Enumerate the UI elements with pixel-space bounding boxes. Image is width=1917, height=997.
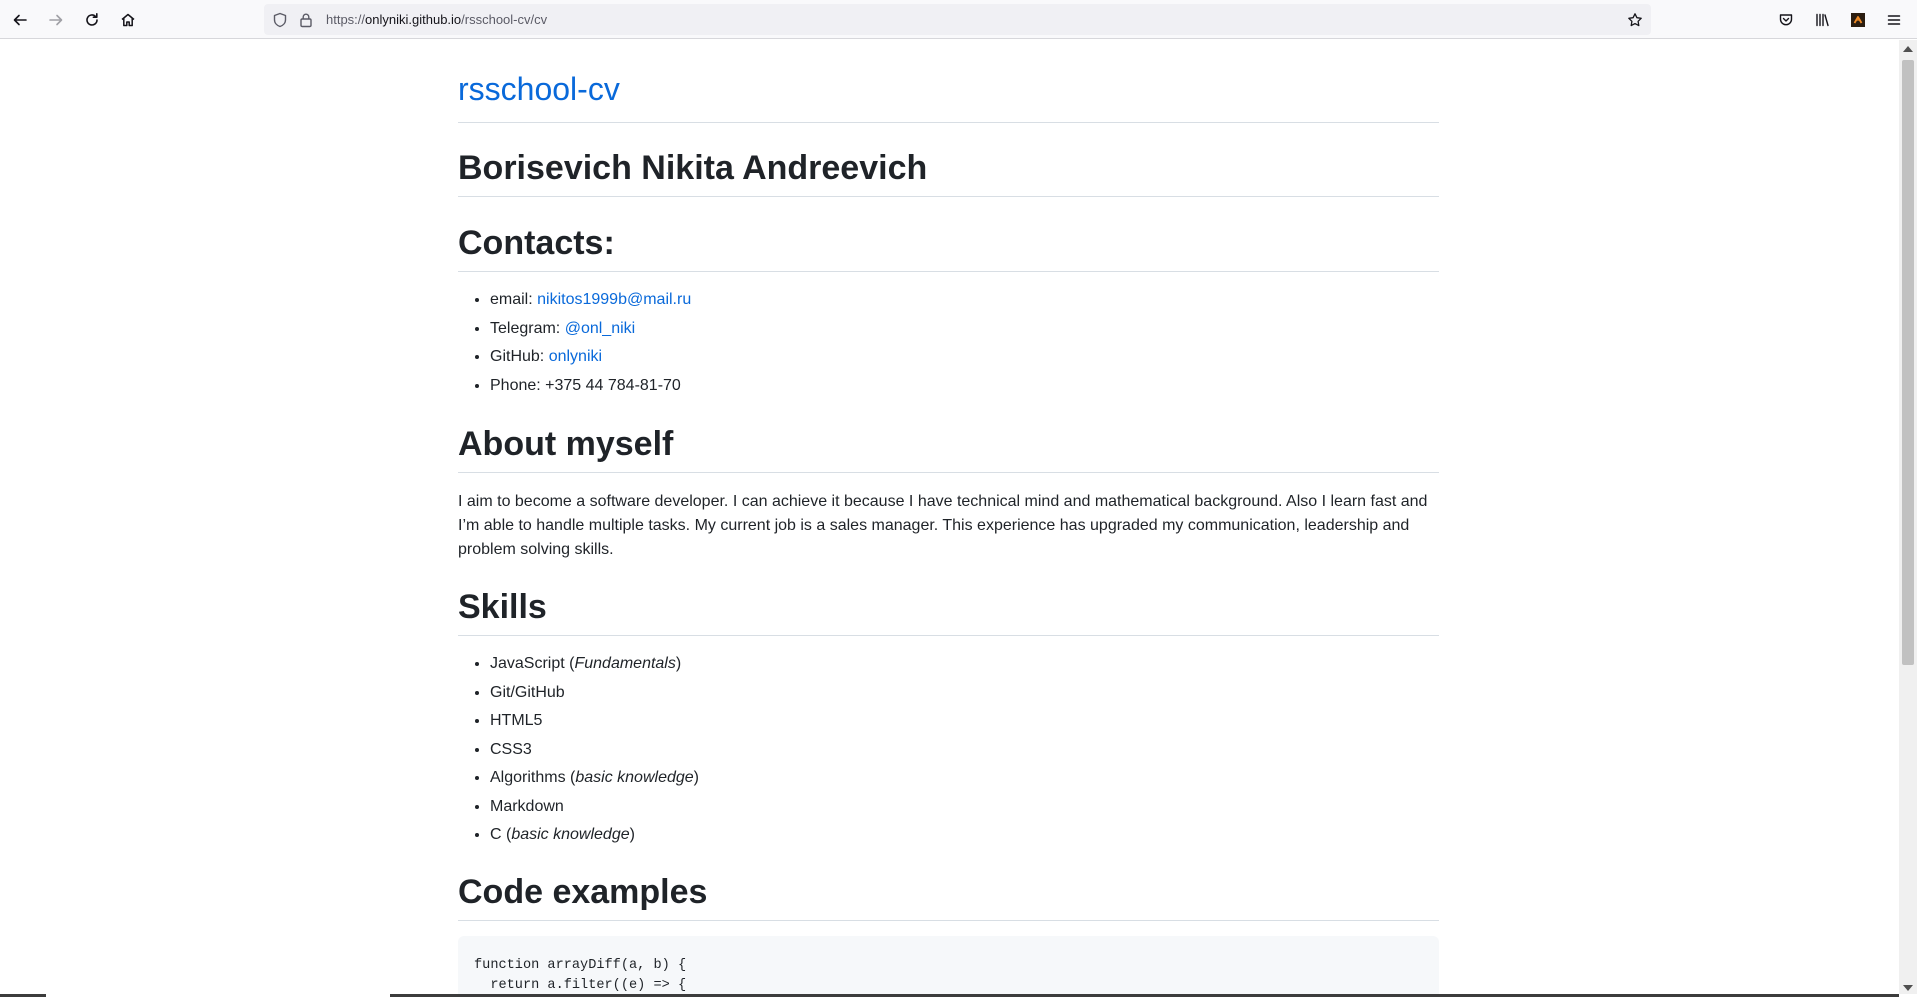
telegram-link[interactable]: @onl_niki (565, 320, 636, 337)
hamburger-menu-icon (1886, 12, 1902, 28)
code-section: Code examples (458, 872, 1439, 921)
skill-note: basic knowledge (575, 769, 694, 786)
contacts-section: Contacts: (458, 223, 1439, 272)
contact-phone: Phone: +375 44 784-81-70 (490, 372, 691, 401)
home-icon (120, 12, 136, 28)
lock-icon[interactable] (296, 10, 316, 30)
url-scheme: https:// (326, 12, 366, 27)
library-button[interactable] (1808, 6, 1836, 34)
skill-text: CSS3 (490, 740, 532, 758)
vertical-scrollbar[interactable] (1899, 40, 1917, 997)
github-link[interactable]: onlyniki (549, 348, 602, 365)
home-button[interactable] (114, 6, 142, 34)
site-title-link[interactable]: rsschool-cv (458, 71, 620, 107)
site-header: rsschool-cv (458, 73, 1439, 123)
contact-label: GitHub: (490, 348, 549, 365)
url-text[interactable]: https://onlyniki.github.io/rsschool-cv/c… (326, 12, 547, 27)
about-text: I aim to become a software developer. I … (458, 493, 1428, 558)
email-link[interactable]: nikitos1999b@mail.ru (537, 291, 691, 308)
reload-button[interactable] (78, 6, 106, 34)
skill-item: CSS3 (490, 736, 699, 765)
skill-text: C ( (490, 826, 512, 843)
contact-telegram: Telegram: @onl_niki (490, 315, 691, 344)
skills-list: JavaScript (Fundamentals) Git/GitHub HTM… (458, 650, 699, 850)
bookmark-star-icon[interactable] (1625, 10, 1645, 30)
url-bar[interactable]: https://onlyniki.github.io/rsschool-cv/c… (264, 4, 1651, 35)
contacts-heading: Contacts: (458, 224, 615, 262)
page-viewport: rsschool-cv Borisevich Nikita Andreevich… (0, 40, 1899, 997)
contact-github: GitHub: onlyniki (490, 343, 691, 372)
code-line: function arrayDiff(a, b) { (474, 958, 687, 973)
skill-note: basic knowledge (511, 826, 630, 843)
pocket-button[interactable] (1772, 6, 1800, 34)
back-button[interactable] (6, 6, 34, 34)
about-section: About myself (458, 424, 1439, 473)
extension-button[interactable] (1844, 6, 1872, 34)
skill-text: JavaScript ( (490, 655, 575, 672)
name-heading: Borisevich Nikita Andreevich (458, 149, 928, 187)
arrow-left-icon (12, 12, 28, 28)
code-block: function arrayDiff(a, b) { return a.filt… (458, 936, 1439, 997)
scrollbar-thumb[interactable] (1902, 60, 1914, 665)
scroll-down-arrow-icon[interactable] (1903, 985, 1913, 991)
contact-label: Telegram: (490, 319, 565, 337)
skill-text: HTML5 (490, 712, 543, 729)
reload-icon (84, 12, 100, 28)
contact-label: email: (490, 291, 538, 308)
library-icon (1814, 12, 1830, 28)
skill-text: Git/GitHub (490, 683, 565, 701)
skill-paren: ) (629, 826, 635, 843)
skill-text: Markdown (490, 797, 564, 815)
about-heading: About myself (458, 425, 674, 463)
skill-item: JavaScript (Fundamentals) (490, 650, 699, 679)
pocket-icon (1778, 12, 1794, 28)
shield-icon[interactable] (270, 10, 290, 30)
name-section: Borisevich Nikita Andreevich (458, 148, 1439, 197)
url-path: /rsschool-cv/cv (461, 12, 548, 27)
app-menu-button[interactable] (1880, 6, 1908, 34)
skill-item: Algorithms (basic knowledge) (490, 764, 699, 793)
skill-item: Git/GitHub (490, 679, 699, 708)
extension-icon (1850, 12, 1866, 28)
url-host: onlyniki.github.io (365, 12, 462, 27)
skill-item: HTML5 (490, 707, 699, 736)
contact-label: Phone: +375 44 784-81-70 (490, 376, 681, 394)
arrow-right-icon (48, 12, 64, 28)
skill-text: Algorithms ( (490, 769, 576, 786)
skill-note: Fundamentals (574, 655, 676, 672)
skill-item: Markdown (490, 793, 699, 822)
forward-button[interactable] (42, 6, 70, 34)
contact-email: email: nikitos1999b@mail.ru (490, 286, 691, 315)
code-line: return a.filter((e) => { (474, 978, 687, 993)
skill-paren: ) (693, 769, 699, 786)
skills-heading: Skills (458, 588, 547, 626)
browser-toolbar: https://onlyniki.github.io/rsschool-cv/c… (0, 0, 1917, 39)
skills-section: Skills (458, 587, 1439, 636)
contacts-list: email: nikitos1999b@mail.ru Telegram: @o… (458, 286, 691, 400)
skill-paren: ) (675, 655, 682, 672)
scroll-up-arrow-icon[interactable] (1903, 46, 1913, 52)
skill-item: C (basic knowledge) (490, 821, 699, 850)
code-heading: Code examples (458, 873, 708, 911)
